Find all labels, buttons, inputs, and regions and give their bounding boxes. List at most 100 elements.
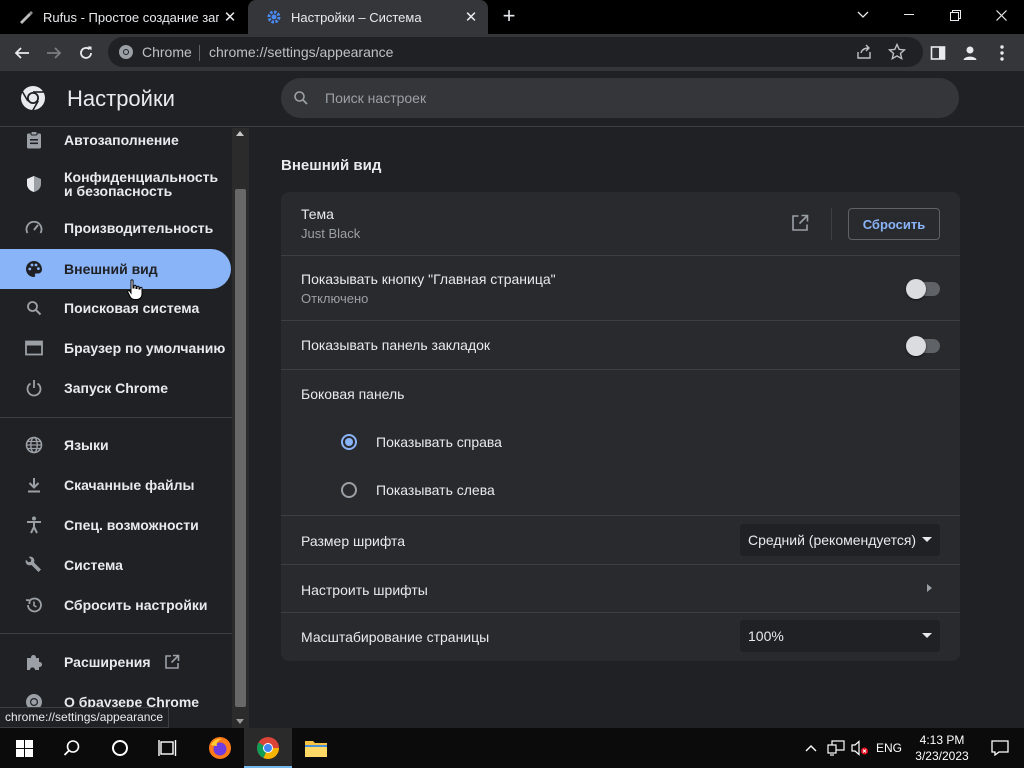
settings-main: Внешний вид Тема Just Black Сбросить Пок…: [249, 128, 1024, 728]
reload-icon[interactable]: [73, 40, 99, 66]
scroll-down-arrow-icon[interactable]: [236, 719, 244, 724]
sidebar-item-extensions[interactable]: Расширения: [0, 642, 231, 682]
sidebar-scrollbar[interactable]: [232, 128, 249, 728]
sidebar-item-label: Расширения: [64, 654, 151, 670]
scroll-up-arrow-icon[interactable]: [236, 131, 244, 136]
theme-row: Тема Just Black Сбросить: [281, 192, 960, 256]
volume-muted-icon[interactable]: [848, 728, 872, 768]
search-icon[interactable]: [48, 728, 96, 768]
sidebar-item-accessibility[interactable]: Спец. возможности: [0, 505, 231, 545]
side-panel-right-radio[interactable]: [341, 434, 357, 450]
bookmarks-bar-row[interactable]: Показывать панель закладок: [281, 321, 960, 370]
chevron-right-icon: [927, 584, 932, 592]
chrome-taskbar-icon[interactable]: [244, 728, 292, 768]
share-icon[interactable]: [856, 44, 872, 60]
url-text[interactable]: chrome://settings/appearance: [209, 44, 393, 60]
address-bar[interactable]: Chrome chrome://settings/appearance: [108, 37, 923, 67]
sidebar-item-appearance[interactable]: Внешний вид: [0, 249, 231, 289]
sidebar-item-privacy[interactable]: Конфиденциальность и безопасность: [0, 160, 231, 208]
more-menu-icon[interactable]: [989, 40, 1015, 66]
theme-value: Just Black: [301, 226, 361, 241]
sidebar-item-default-browser[interactable]: Браузер по умолчанию: [0, 328, 231, 368]
reset-theme-button[interactable]: Сбросить: [848, 208, 940, 240]
side-panel-left-radio[interactable]: [341, 482, 357, 498]
sidebar-item-languages[interactable]: Языки: [0, 425, 231, 465]
appearance-card: Тема Just Black Сбросить Показывать кноп…: [281, 192, 960, 661]
sidebar-item-label: Запуск Chrome: [64, 380, 169, 396]
chevron-up-icon[interactable]: [800, 728, 822, 768]
side-panel-icon[interactable]: [925, 40, 951, 66]
globe-icon: [24, 435, 44, 455]
sidebar-item-label: Сбросить настройки: [64, 597, 208, 613]
palette-icon: [24, 259, 44, 279]
wrench-icon: [24, 555, 44, 575]
side-panel-label: Боковая панель: [301, 386, 405, 402]
page-zoom-select[interactable]: 100%: [740, 620, 940, 652]
side-panel-right-label[interactable]: Показывать справа: [376, 434, 502, 450]
link-status-bubble: chrome://settings/appearance: [0, 707, 170, 728]
external-link-icon[interactable]: [791, 214, 809, 232]
network-icon[interactable]: [824, 728, 848, 768]
side-panel-left-label[interactable]: Показывать слева: [376, 482, 495, 498]
settings-header: Настройки: [0, 71, 1024, 127]
home-button-row[interactable]: Показывать кнопку "Главная страница" Отк…: [281, 256, 960, 321]
restore-icon[interactable]: [932, 0, 978, 30]
section-title: Внешний вид: [281, 157, 382, 174]
close-window-icon[interactable]: [978, 0, 1024, 30]
sidebar-item-system[interactable]: Система: [0, 545, 231, 585]
back-arrow-icon[interactable]: [9, 40, 35, 66]
side-panel-row: Боковая панель Показывать справа Показыв…: [281, 370, 960, 516]
sidebar-item-label: Языки: [64, 437, 109, 453]
new-tab-icon[interactable]: +: [497, 5, 521, 29]
tab-settings[interactable]: Настройки – Система ✕: [248, 0, 488, 34]
site-chip: Chrome: [142, 44, 192, 60]
bookmark-star-icon[interactable]: [888, 43, 906, 61]
sidebar-item-reset-settings[interactable]: Сбросить настройки: [0, 585, 231, 625]
sidebar-item-search-engine[interactable]: Поисковая система: [0, 288, 231, 328]
browser-window-icon: [24, 338, 44, 358]
font-size-value: Средний (рекомендуется): [748, 532, 917, 548]
sidebar-item-startup[interactable]: Запуск Chrome: [0, 368, 231, 408]
close-icon[interactable]: ✕: [462, 8, 480, 26]
scrollbar-thumb[interactable]: [235, 189, 246, 707]
language-indicator[interactable]: ENG: [876, 741, 902, 755]
profile-avatar-icon[interactable]: [957, 40, 983, 66]
sidebar-divider: [0, 417, 232, 418]
tab-rufus[interactable]: Rufus - Простое создание загру ✕: [0, 0, 247, 34]
search-icon: [24, 298, 44, 318]
sidebar-item-downloads[interactable]: Скачанные файлы: [0, 465, 231, 505]
power-icon: [24, 378, 44, 398]
minimize-icon[interactable]: [886, 0, 932, 30]
rufus-icon: [18, 9, 34, 25]
download-icon: [24, 475, 44, 495]
settings-search-box[interactable]: [281, 78, 959, 118]
cortana-icon[interactable]: [96, 728, 144, 768]
clock-time: 4:13 PM: [919, 733, 965, 747]
dropdown-arrow-icon: [922, 633, 932, 638]
forward-arrow-icon[interactable]: [41, 40, 67, 66]
home-button-toggle[interactable]: [906, 279, 940, 299]
sidebar-item-label: Конфиденциальность и безопасность: [64, 169, 219, 199]
firefox-icon[interactable]: [196, 728, 244, 768]
sidebar-item-label: Внешний вид: [64, 261, 158, 277]
title-bar: Rufus - Простое создание загру ✕ Настрой…: [0, 0, 1024, 34]
close-icon[interactable]: ✕: [221, 8, 239, 26]
task-view-icon[interactable]: [144, 728, 192, 768]
sidebar-item-label: Скачанные файлы: [64, 477, 195, 493]
notifications-icon[interactable]: [976, 728, 1024, 768]
font-size-select[interactable]: Средний (рекомендуется): [740, 524, 940, 556]
settings-gear-icon: [266, 9, 282, 25]
tab-search-chevron-icon[interactable]: [840, 0, 886, 30]
clock[interactable]: 4:13 PM 3/23/2023: [912, 732, 972, 764]
bookmarks-bar-toggle[interactable]: [906, 336, 940, 356]
browser-toolbar: Chrome chrome://settings/appearance: [0, 34, 1024, 71]
windows-start-icon[interactable]: [0, 728, 48, 768]
speedometer-icon: [24, 218, 44, 238]
page-zoom-label: Масштабирование страницы: [301, 629, 490, 645]
sidebar-item-performance[interactable]: Производительность: [0, 208, 231, 248]
search-input[interactable]: [325, 78, 925, 118]
file-explorer-icon[interactable]: [292, 728, 340, 768]
sidebar-item-autofill[interactable]: Автозаполнение: [0, 128, 231, 160]
customize-fonts-row[interactable]: Настроить шрифты: [281, 565, 960, 613]
clipboard-icon: [24, 130, 44, 150]
